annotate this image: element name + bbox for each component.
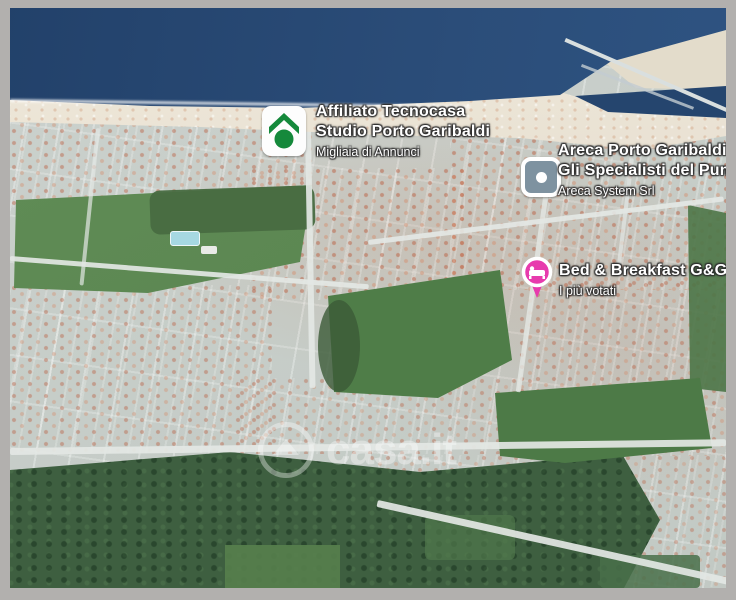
- tree-band: [149, 185, 315, 235]
- frame-border-left: [0, 0, 10, 600]
- poi-line1: Bed & Breakfast G&G: [559, 261, 727, 281]
- frame-border-bottom: [0, 588, 736, 600]
- poi-line1: Areca Porto Garibaldi: [558, 141, 730, 161]
- poi-line2: Studio Porto Garibaldi: [316, 122, 490, 142]
- frame-border-top: [0, 0, 736, 8]
- marker-dot: [536, 172, 547, 183]
- pool-building: [201, 246, 217, 254]
- poi-line2: I più votati: [559, 283, 727, 299]
- poi-label-tecnocasa[interactable]: Affiliato Tecnocasa Studio Porto Garibal…: [262, 100, 512, 164]
- swimming-pool: [170, 231, 200, 246]
- tecnocasa-logo-icon: [262, 106, 306, 156]
- frame-border-right: [726, 0, 736, 600]
- poi-line3: Migliaia di Annunci: [316, 144, 490, 160]
- poi-label-areca[interactable]: Areca Porto Garibaldi Gli Specialisti de…: [521, 141, 736, 203]
- poi-line3: Areca System Srl: [558, 183, 730, 199]
- tree-clump: [318, 300, 360, 392]
- poi-label-bed-breakfast[interactable]: Bed & Breakfast G&G I più votati: [518, 253, 733, 301]
- screenshot-stage: casa.it Affiliato Tecnocasa Studio Porto…: [0, 0, 736, 600]
- roof-district: [10, 285, 272, 453]
- casait-logo-icon: [258, 422, 314, 478]
- poi-line1: Affiliato Tecnocasa: [316, 102, 490, 122]
- areca-marker-icon: [521, 157, 561, 197]
- poi-line2: Gli Specialisti del Pun: [558, 161, 730, 181]
- watermark-text: casa.it: [326, 422, 456, 478]
- casait-watermark: casa.it: [258, 422, 456, 478]
- bottom-field: [225, 545, 340, 588]
- bed-pin-icon: [518, 255, 556, 308]
- satellite-map[interactable]: casa.it Affiliato Tecnocasa Studio Porto…: [0, 0, 736, 600]
